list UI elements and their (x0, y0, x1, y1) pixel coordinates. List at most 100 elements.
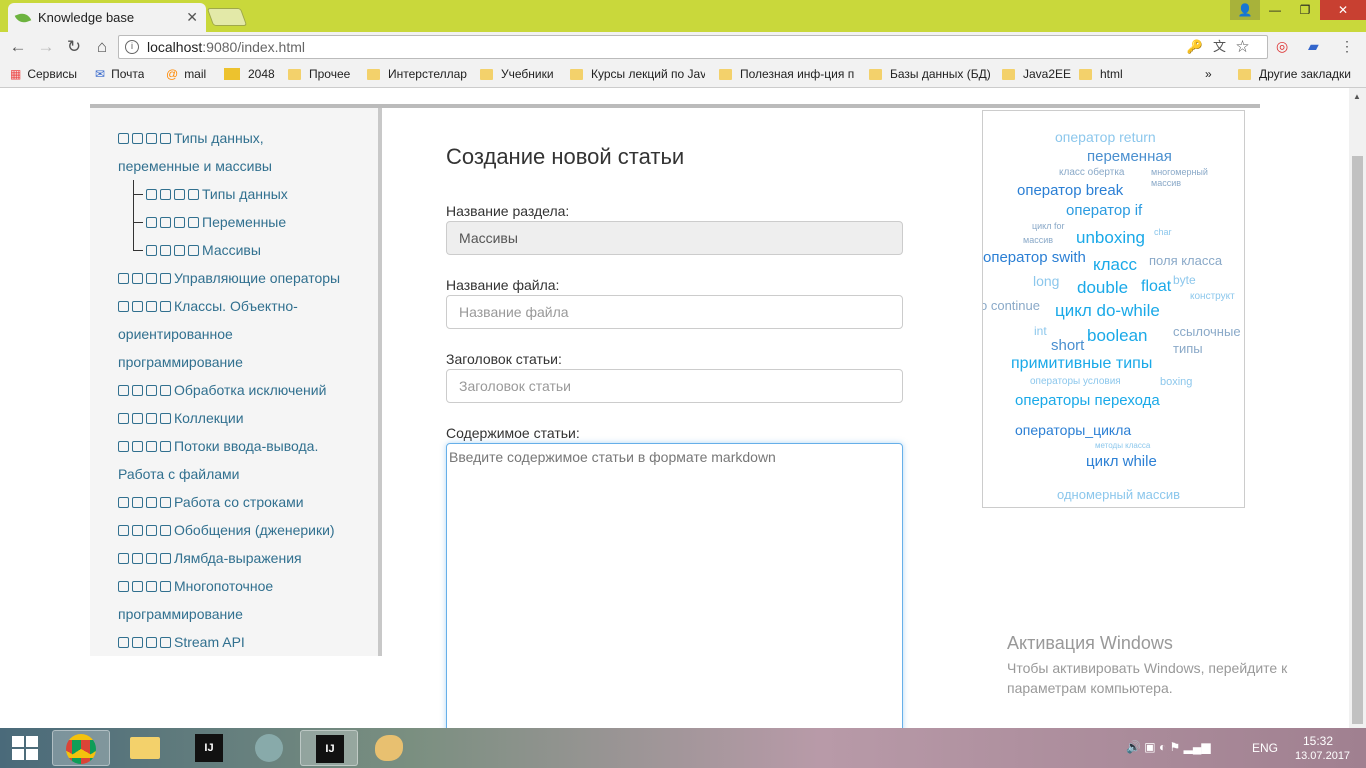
add-icon[interactable] (132, 301, 143, 312)
sidebar-item[interactable]: Обобщения (дженерики) (118, 516, 335, 544)
sidebar-item[interactable]: Типы данных, (118, 124, 264, 152)
home-icon[interactable]: ⌂ (88, 37, 116, 57)
tag-link[interactable]: boolean (1087, 326, 1148, 346)
sidebar-item[interactable]: Коллекции (118, 404, 244, 432)
start-button[interactable] (12, 736, 38, 760)
taskbar-chrome[interactable] (52, 730, 110, 766)
document-icon[interactable] (174, 189, 185, 200)
tag-link[interactable]: класс (1093, 255, 1137, 275)
bookmark-folder[interactable]: html (1079, 67, 1123, 81)
taskbar-explorer[interactable] (116, 730, 174, 766)
add-icon[interactable] (132, 133, 143, 144)
tag-link[interactable]: переменная (1087, 148, 1172, 165)
delete-icon[interactable] (160, 301, 171, 312)
edit-icon[interactable] (146, 189, 157, 200)
edit-icon[interactable] (118, 273, 129, 284)
tag-link[interactable]: методы класса (1095, 441, 1150, 450)
sidebar-item-label[interactable]: Классы. Объектно- (174, 298, 298, 314)
tag-link[interactable]: операторы перехода (1015, 392, 1160, 409)
delete-icon[interactable] (160, 413, 171, 424)
close-tab-icon[interactable]: ✕ (186, 9, 198, 26)
delete-icon[interactable] (160, 385, 171, 396)
bookmark-folder[interactable]: Java2EE (1002, 67, 1071, 81)
edit-icon[interactable] (118, 385, 129, 396)
tag-link[interactable]: оператор swith (983, 249, 1086, 266)
clock-date[interactable]: 13.07.2017 (1295, 750, 1350, 762)
document-icon[interactable] (146, 441, 157, 452)
document-icon[interactable] (146, 413, 157, 424)
translate-icon[interactable]: 文 (1213, 39, 1236, 54)
delete-icon[interactable] (188, 189, 199, 200)
sidebar-item[interactable]: Обработка исключений (118, 376, 326, 404)
bookmark-folder[interactable]: Курсы лекций по Jav (570, 67, 705, 81)
taskbar-intellij-2[interactable]: IJ (300, 730, 358, 766)
page-scrollbar[interactable]: ▲ (1349, 88, 1366, 728)
tag-link[interactable]: массив (1151, 178, 1181, 188)
delete-icon[interactable] (160, 581, 171, 592)
sidebar-item-label[interactable]: программирование (118, 348, 243, 376)
tag-link[interactable]: оператор return (1055, 129, 1156, 145)
taskbar-postgres[interactable] (240, 730, 298, 766)
tag-link[interactable]: float (1141, 278, 1171, 296)
document-icon[interactable] (146, 553, 157, 564)
tag-link[interactable]: одномерный массив (1057, 487, 1180, 502)
sidebar-item-label[interactable]: Типы данных, (174, 130, 264, 146)
sidebar-item-label[interactable]: Потоки ввода-вывода. (174, 438, 318, 454)
add-icon[interactable] (132, 413, 143, 424)
edit-icon[interactable] (118, 553, 129, 564)
sidebar-item-label[interactable]: программирование (118, 600, 243, 628)
sidebar-item[interactable]: Лямбда-выражения (118, 544, 302, 572)
bookmark-folder[interactable]: Базы данных (БД) (869, 67, 991, 81)
sidebar-item[interactable]: Классы. Объектно- (118, 292, 298, 320)
taskbar-paint[interactable] (360, 730, 418, 766)
tag-link[interactable]: o continue (983, 298, 1040, 313)
edit-icon[interactable] (118, 413, 129, 424)
bookmark-folder[interactable]: Прочее (288, 67, 350, 81)
document-icon[interactable] (146, 301, 157, 312)
edit-icon[interactable] (118, 637, 129, 648)
back-icon[interactable]: ← (4, 37, 32, 57)
tag-link[interactable]: цикл for (1032, 221, 1064, 231)
sidebar-item[interactable]: Переменные (146, 208, 286, 236)
taskbar-intellij[interactable]: IJ (180, 730, 238, 766)
sidebar-item[interactable]: Stream API (118, 628, 245, 656)
sidebar-item-label[interactable]: Работа с файлами (118, 460, 240, 488)
tag-link[interactable]: многомерный (1151, 167, 1208, 177)
tag-link[interactable]: массив (1023, 235, 1053, 245)
key-icon[interactable]: 🔑 (1187, 39, 1213, 54)
edit-icon[interactable] (118, 133, 129, 144)
tag-link[interactable]: int (1034, 324, 1047, 338)
add-icon[interactable] (160, 245, 171, 256)
tag-link[interactable]: byte (1173, 273, 1196, 287)
file-name-input[interactable]: Название файла (446, 295, 903, 329)
delete-icon[interactable] (160, 637, 171, 648)
sidebar-item-label[interactable]: Многопоточное (174, 578, 273, 594)
info-icon[interactable]: i (125, 40, 139, 54)
edit-icon[interactable] (118, 497, 129, 508)
bookmark-folder[interactable]: Учебники (480, 67, 554, 81)
browser-tab[interactable]: Knowledge base ✕ (8, 3, 206, 32)
tray-icons[interactable]: 🔊 ▣ ◐ ⚑ ▂▄▆ (1126, 740, 1211, 754)
sidebar-item-label[interactable]: Лямбда-выражения (174, 550, 302, 566)
tag-link[interactable]: конструкт (1190, 291, 1235, 302)
tag-link[interactable]: класс обертка (1059, 167, 1124, 178)
tag-link[interactable]: цикл while (1086, 453, 1157, 470)
sidebar-item-label[interactable]: Типы данных (202, 186, 288, 202)
sidebar-item-label[interactable]: Обобщения (дженерики) (174, 522, 335, 538)
edit-icon[interactable] (146, 245, 157, 256)
reload-icon[interactable]: ↻ (60, 37, 88, 57)
tag-link[interactable]: short (1051, 337, 1084, 354)
edit-icon[interactable] (118, 441, 129, 452)
bookmark-2048[interactable]: 2048 (224, 67, 275, 81)
profile-icon[interactable]: 👤 (1230, 0, 1260, 20)
bookmark-mail[interactable]: ✉ Почта (95, 67, 144, 81)
document-icon[interactable] (146, 525, 157, 536)
delete-icon[interactable] (160, 133, 171, 144)
add-icon[interactable] (132, 637, 143, 648)
document-icon[interactable] (174, 217, 185, 228)
tag-link[interactable]: оператор if (1066, 202, 1142, 219)
new-tab-button[interactable] (206, 8, 248, 26)
document-icon[interactable] (146, 497, 157, 508)
edit-icon[interactable] (118, 581, 129, 592)
tag-link[interactable]: double (1077, 278, 1128, 298)
